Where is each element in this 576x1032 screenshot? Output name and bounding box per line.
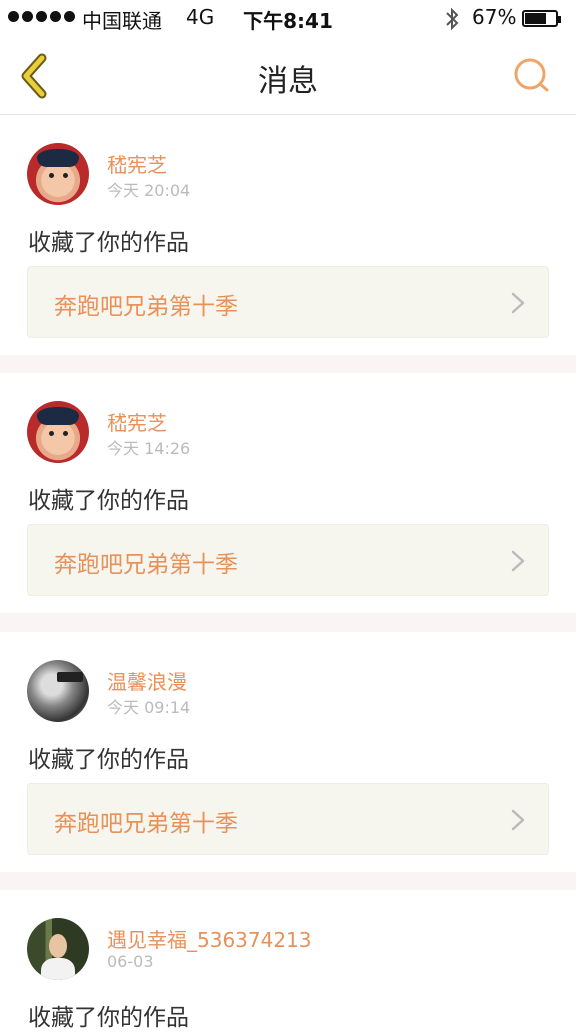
- work-link[interactable]: 奔跑吧兄弟第十季: [27, 524, 549, 596]
- battery-percent: 67%: [472, 5, 517, 29]
- avatar[interactable]: [27, 401, 89, 463]
- message-action: 收藏了你的作品: [28, 747, 189, 773]
- nav-bar: 消息: [0, 38, 576, 115]
- avatar[interactable]: [27, 918, 89, 980]
- status-bar: 中国联通 4G 下午8:41 67%: [0, 0, 576, 38]
- work-title: 奔跑吧兄弟第十季: [54, 294, 238, 320]
- search-button[interactable]: [512, 56, 552, 96]
- message-time: 06-03: [107, 952, 154, 971]
- message-action: 收藏了你的作品: [28, 230, 189, 256]
- message-time: 今天 14:26: [107, 439, 191, 458]
- chevron-right-icon: [511, 550, 525, 572]
- message-action: 收藏了你的作品: [28, 488, 189, 514]
- separator: [0, 613, 576, 633]
- separator: [0, 872, 576, 892]
- separator: [0, 355, 576, 375]
- message-time: 今天 20:04: [107, 181, 191, 200]
- user-name[interactable]: 嵇宪芝: [107, 149, 167, 178]
- page-title: 消息: [258, 64, 318, 99]
- search-icon: [514, 58, 549, 92]
- message-time: 今天 09:14: [107, 698, 191, 717]
- user-name[interactable]: 遇见幸福_536374213: [107, 924, 312, 953]
- avatar[interactable]: [27, 143, 89, 205]
- work-title: 奔跑吧兄弟第十季: [54, 552, 238, 578]
- message-item: 遇见幸福_536374213 06-03 收藏了你的作品: [0, 890, 576, 1031]
- work-title: 奔跑吧兄弟第十季: [54, 811, 238, 837]
- chevron-right-icon: [511, 809, 525, 831]
- user-name[interactable]: 嵇宪芝: [107, 407, 167, 436]
- message-item: 嵇宪芝 今天 20:04 收藏了你的作品 奔跑吧兄弟第十季: [0, 115, 576, 355]
- bluetooth-icon: [444, 6, 460, 37]
- message-item: 嵇宪芝 今天 14:26 收藏了你的作品 奔跑吧兄弟第十季: [0, 373, 576, 613]
- avatar[interactable]: [27, 660, 89, 722]
- message-action: 收藏了你的作品: [28, 1005, 189, 1031]
- message-item: 温馨浪漫 今天 09:14 收藏了你的作品 奔跑吧兄弟第十季: [0, 632, 576, 872]
- chevron-right-icon: [511, 292, 525, 314]
- work-link[interactable]: 奔跑吧兄弟第十季: [27, 266, 549, 338]
- work-link[interactable]: 奔跑吧兄弟第十季: [27, 783, 549, 855]
- battery-icon: [522, 10, 561, 27]
- user-name[interactable]: 温馨浪漫: [107, 666, 187, 695]
